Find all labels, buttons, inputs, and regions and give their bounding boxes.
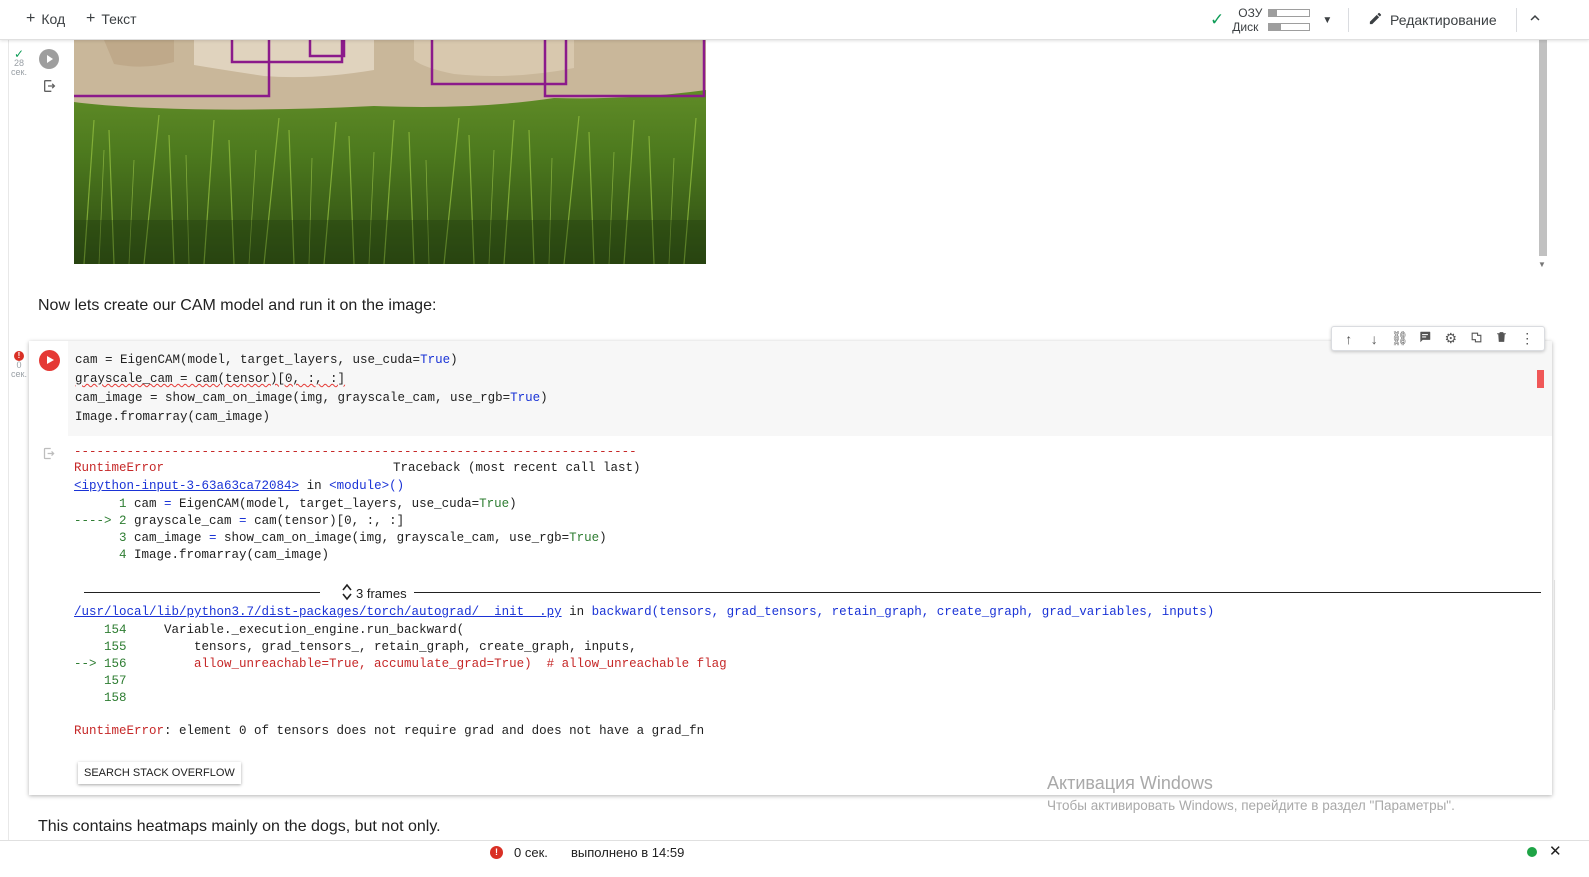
error-scroll-marker (1537, 370, 1544, 388)
page-scrollbar[interactable] (1554, 580, 1566, 710)
pencil-icon (1368, 11, 1383, 29)
add-text-button[interactable]: + Текст (86, 10, 137, 28)
error-type: RuntimeError (74, 461, 165, 475)
output-clear-icon[interactable] (42, 78, 58, 98)
cell-exec-unit: сек. (11, 369, 27, 379)
windows-activation-title: Активация Windows (1047, 773, 1213, 793)
traceback-line: ----> 2 grayscale_cam = cam(tensor)[0, :… (74, 514, 405, 528)
run-cell-button[interactable] (39, 350, 60, 371)
disk-label: Диск (1232, 20, 1259, 34)
connected-check-icon: ✓ (1210, 10, 1225, 29)
output-scrollbar-thumb[interactable] (1539, 40, 1547, 256)
exec-duration: 0 сек. (514, 845, 548, 860)
editing-mode-label: Редактирование (1390, 12, 1497, 28)
file-link[interactable]: /usr/local/lib/python3.7/dist-packages/t… (74, 605, 562, 619)
output-image (74, 40, 706, 264)
frames-collapser[interactable]: 3 frames (84, 583, 1541, 604)
traceback-line: 3 cam_image = show_cam_on_image(img, gra… (74, 531, 607, 545)
scroll-down-arrow-icon[interactable]: ▼ (1538, 260, 1546, 269)
ram-bar (1268, 9, 1311, 17)
gear-icon[interactable]: ⚙ (1441, 330, 1461, 347)
editing-mode-button[interactable]: Редактирование (1368, 11, 1497, 29)
traceback-line: 1 cam = EigenCAM(model, target_layers, u… (74, 497, 517, 511)
code-line-2: grayscale_cam = cam(tensor)[0, :, :] (75, 372, 346, 386)
toolbar-divider (1348, 8, 1349, 32)
module-name: <module>() (329, 479, 405, 493)
traceback-header-right: Traceback (most recent call last) (393, 461, 641, 475)
traceback-line: 154 Variable._execution_engine.run_backw… (74, 623, 465, 637)
traceback-frame-location: /usr/local/lib/python3.7/dist-packages/t… (74, 605, 1215, 619)
plus-icon: + (26, 10, 36, 27)
code-line-3: cam_image = show_cam_on_image(img, grays… (75, 391, 548, 405)
output-menu-icon[interactable] (42, 446, 57, 465)
traceback-lines-1: 1 cam = EigenCAM(model, target_layers, u… (74, 496, 607, 564)
final-error: RuntimeError: element 0 of tensors does … (74, 724, 705, 738)
resource-monitor[interactable]: ✓ ОЗУ Диск ▼ (1210, 6, 1332, 34)
traceback-location: <ipython-input-3-63a63ca72084> in <modul… (74, 479, 405, 493)
windows-activation-subtitle: Чтобы активировать Windows, перейдите в … (1047, 798, 1455, 813)
ram-bar-fill (1269, 10, 1278, 16)
code-line-1: cam = EigenCAM(model, target_layers, use… (75, 353, 458, 367)
plus-icon: + (86, 10, 96, 27)
more-vert-icon[interactable]: ⋮ (1517, 330, 1537, 347)
ram-label: ОЗУ (1238, 6, 1263, 20)
add-code-button[interactable]: + Код (26, 10, 66, 28)
traceback-line: --> 156 allow_unreachable=True, accumula… (74, 657, 727, 671)
link-icon[interactable]: ⛓ (1390, 330, 1410, 347)
disk-bar-fill (1269, 24, 1282, 30)
traceback-divider: ----------------------------------------… (74, 445, 637, 459)
search-stack-overflow-button[interactable]: SEARCH STACK OVERFLOW (78, 762, 241, 784)
traceback-line: 155 tensors, grad_tensors_, retain_graph… (74, 640, 637, 654)
ipython-input-link[interactable]: <ipython-input-3-63a63ca72084> (74, 479, 299, 493)
move-up-icon[interactable]: ↑ (1339, 331, 1359, 347)
notebook-toolbar: + Код + Текст ✓ ОЗУ Диск ▼ Редактировани… (0, 0, 1589, 40)
function-signature: backward(tensors, grad_tensors, retain_g… (591, 605, 1215, 619)
exec-completed: выполнено в 14:59 (571, 845, 685, 860)
expand-collapse-icon (342, 583, 352, 604)
code-line-4: Image.fromarray(cam_image) (75, 410, 271, 424)
prev-cell-status: ✓ 28 сек. (10, 48, 28, 77)
disk-bar (1268, 23, 1311, 31)
comment-icon[interactable] (1415, 330, 1435, 347)
error-icon: ! (490, 846, 503, 859)
connection-status-icon (1527, 847, 1537, 857)
traceback-line: 158 (74, 691, 127, 705)
prev-run-button[interactable] (39, 49, 59, 69)
traceback-lines-2: 154 Variable._execution_engine.run_backw… (74, 622, 727, 707)
delete-icon[interactable] (1492, 330, 1512, 347)
add-text-label: Текст (101, 11, 137, 27)
close-icon[interactable]: ✕ (1549, 842, 1562, 860)
frames-label: 3 frames (356, 586, 407, 601)
move-down-icon[interactable]: ↓ (1364, 331, 1384, 347)
cell-error-status: ! 0 сек. (10, 351, 28, 379)
final-error-message: : element 0 of tensors does not require … (164, 724, 705, 738)
mirror-cell-icon[interactable] (1466, 331, 1486, 347)
caret-down-icon[interactable]: ▼ (1322, 15, 1332, 26)
traceback-line: 157 (74, 674, 127, 688)
code-text[interactable]: cam = EigenCAM(model, target_layers, use… (75, 351, 548, 427)
markdown-text-1: Now lets create our CAM model and run it… (38, 297, 437, 314)
toolbar-divider (1516, 8, 1517, 32)
gutter-divider (8, 40, 9, 840)
prev-exec-unit: сек. (11, 67, 27, 77)
add-code-label: Код (41, 11, 66, 27)
cell-toolbar: ↑ ↓ ⛓ ⚙ ⋮ (1331, 326, 1545, 351)
collapse-header-button[interactable] (1526, 9, 1544, 32)
output-scrollbar[interactable]: ▼ (1536, 40, 1550, 272)
markdown-text-2: This contains heatmaps mainly on the dog… (38, 818, 441, 835)
status-bar: ! 0 сек. выполнено в 14:59 (0, 840, 1589, 864)
traceback-line: 4 Image.fromarray(cam_image) (74, 548, 330, 562)
traceback-header: RuntimeError (74, 461, 164, 475)
chevron-up-icon (1530, 15, 1540, 21)
